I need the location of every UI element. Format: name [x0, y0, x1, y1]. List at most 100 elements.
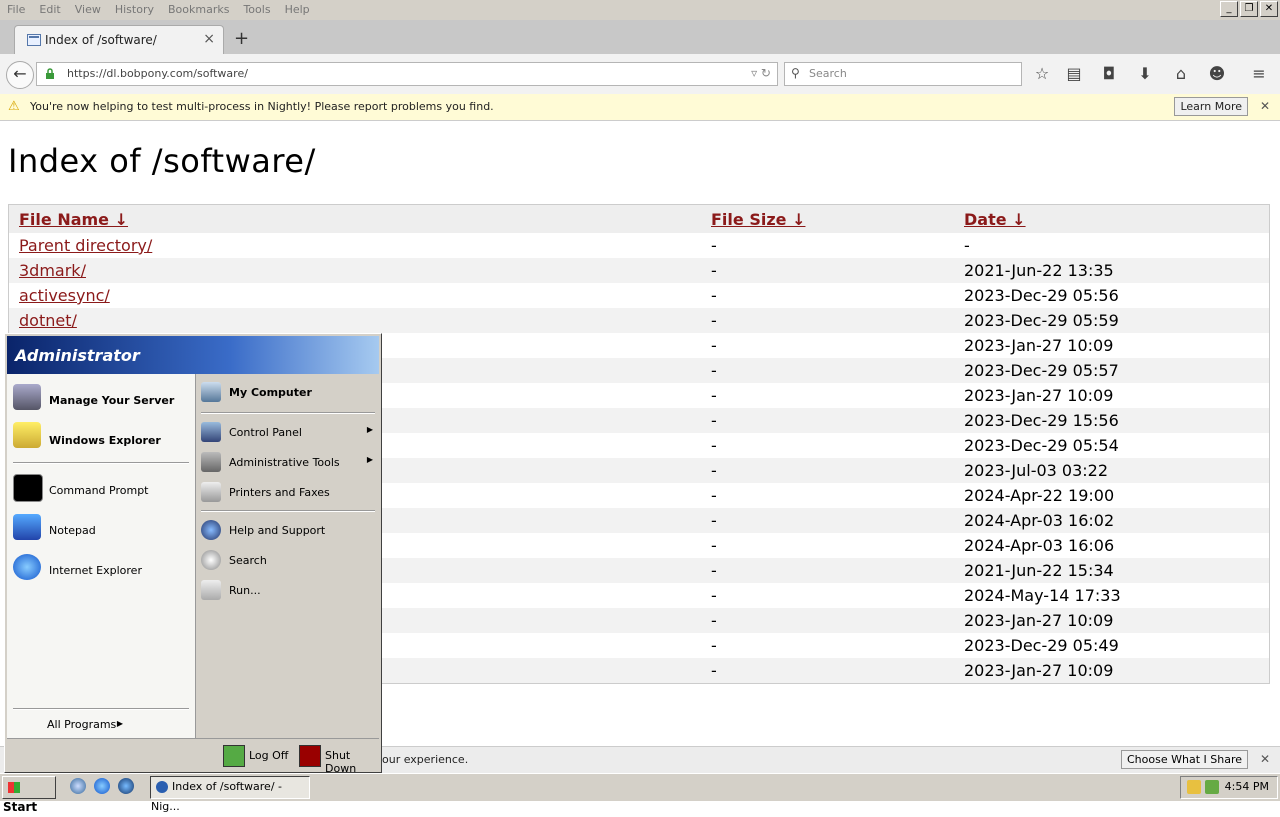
file-link[interactable]: 3dmark/: [19, 261, 86, 280]
show-desktop-icon[interactable]: [70, 778, 86, 794]
my-computer-item[interactable]: My Computer: [197, 376, 379, 408]
file-size-cell: -: [701, 458, 954, 483]
table-row: activesync/ - 2023-Dec-29 05:56: [9, 283, 1270, 308]
file-name-cell: dotnet/: [8, 308, 701, 333]
menu-bookmarks[interactable]: Bookmarks: [161, 0, 236, 16]
file-size-cell: -: [711, 536, 717, 555]
all-programs-item[interactable]: All Programs ▶: [7, 714, 193, 736]
date-cell: 2024-Apr-03 16:06: [964, 536, 1115, 555]
administrative-tools-item[interactable]: Administrative Tools ▶: [197, 446, 379, 476]
window-controls: _ ❐ ✕: [1220, 1, 1278, 17]
file-size-cell: -: [701, 558, 954, 583]
search-icon: [201, 550, 221, 570]
hamburger-menu-icon[interactable]: ≡: [1249, 64, 1269, 83]
search-bar[interactable]: ⚲ Search: [784, 62, 1022, 86]
close-window-button[interactable]: ✕: [1260, 1, 1278, 17]
learn-more-button[interactable]: Learn More: [1174, 97, 1248, 116]
computer-icon: [201, 382, 221, 402]
printer-icon: [201, 482, 221, 502]
date-cell: 2023-Dec-29 05:57: [954, 358, 1270, 383]
shut-down-button[interactable]: Shut Down: [325, 749, 379, 775]
file-size-cell: -: [711, 436, 717, 455]
tab-index-software[interactable]: Index of /software/ ×: [14, 25, 224, 55]
column-header-date[interactable]: Date ↓: [954, 204, 1270, 233]
run-item[interactable]: Run...: [197, 574, 379, 604]
security-icon[interactable]: [1205, 780, 1219, 794]
restore-button[interactable]: ❐: [1240, 1, 1258, 17]
tab-title: Index of /software/: [45, 33, 157, 47]
file-size-cell: -: [701, 608, 954, 633]
server-icon: [13, 384, 41, 410]
notification-close-icon[interactable]: ✕: [1260, 99, 1270, 113]
clock: 4:54 PM: [1224, 780, 1269, 793]
downloads-icon[interactable]: ⬇: [1135, 64, 1155, 83]
date-cell: 2023-Dec-29 05:59: [954, 308, 1270, 333]
file-link[interactable]: dotnet/: [19, 311, 77, 330]
internet-explorer-icon[interactable]: [94, 778, 110, 794]
file-size-cell: -: [701, 358, 954, 383]
power-icon[interactable]: [299, 745, 321, 767]
menu-edit[interactable]: Edit: [32, 0, 67, 16]
notification-text: You're now helping to test multi-process…: [30, 100, 494, 113]
table-row: dotnet/ -2023-Dec-29 05:59: [8, 308, 1270, 333]
file-size-cell: -: [711, 336, 717, 355]
file-size-cell: -: [711, 286, 717, 305]
minimize-button[interactable]: _: [1220, 1, 1238, 17]
file-name-cell: Parent directory/: [9, 233, 702, 258]
help-and-support-item[interactable]: Help and Support: [197, 514, 379, 544]
start-menu: Administrator Manage Your Server Windows…: [4, 333, 382, 775]
chevron-right-icon: ▶: [366, 425, 373, 434]
column-header-file-name[interactable]: File Name ↓: [8, 204, 701, 233]
file-name-cell: 3dmark/: [8, 258, 701, 283]
system-tray: 4:54 PM: [1180, 776, 1278, 799]
log-off-button[interactable]: Log Off: [249, 749, 288, 762]
divider: [201, 412, 375, 414]
file-size-cell: -: [701, 408, 954, 433]
chevron-right-icon: ▶: [366, 455, 373, 464]
log-off-icon[interactable]: [223, 745, 245, 767]
file-size-cell: -: [711, 636, 717, 655]
choose-what-i-share-button[interactable]: Choose What I Share: [1121, 750, 1248, 769]
pocket-icon[interactable]: ◘: [1099, 64, 1119, 83]
search-item[interactable]: Search: [197, 544, 379, 574]
url-bar[interactable]: https://dl.bobpony.com/software/ ▿ ↻: [36, 62, 778, 86]
date-cell: 2023-Jan-27 10:09: [954, 608, 1270, 633]
file-size-cell: -: [701, 658, 954, 684]
bookmarks-library-icon[interactable]: ▤: [1064, 64, 1084, 83]
bookmark-star-icon[interactable]: ☆: [1032, 64, 1052, 83]
telemetry-close-icon[interactable]: ✕: [1260, 752, 1270, 766]
column-header-file-size[interactable]: File Size ↓: [701, 204, 954, 233]
file-size-cell: -: [701, 258, 954, 283]
tab-close-icon[interactable]: ×: [203, 31, 215, 47]
new-tab-icon[interactable]: +: [234, 28, 249, 49]
reload-icon[interactable]: ▿ ↻: [751, 66, 771, 80]
notepad-item[interactable]: Notepad: [7, 510, 193, 546]
date-cell: 2024-May-14 17:33: [964, 586, 1121, 605]
file-size-cell: -: [711, 586, 717, 605]
search-placeholder: Search: [809, 67, 847, 80]
menu-view[interactable]: View: [68, 0, 108, 16]
file-link[interactable]: Parent directory/: [19, 236, 152, 255]
menu-tools[interactable]: Tools: [236, 0, 277, 16]
file-link[interactable]: activesync/: [19, 286, 110, 305]
lock-icon: [46, 68, 54, 79]
browser-icon[interactable]: [118, 778, 134, 794]
menu-file[interactable]: File: [0, 0, 32, 16]
chevron-right-icon: ▶: [116, 719, 123, 728]
start-button[interactable]: Start: [2, 776, 56, 814]
file-size-cell: -: [701, 308, 954, 333]
back-button[interactable]: ←: [6, 61, 34, 89]
menu-help[interactable]: Help: [278, 0, 317, 16]
control-panel-item[interactable]: Control Panel ▶: [197, 416, 379, 446]
taskbar-item-browser[interactable]: Index of /software/ - Nig...: [150, 776, 310, 813]
menu-history[interactable]: History: [108, 0, 161, 16]
internet-explorer-item[interactable]: Internet Explorer: [7, 550, 193, 586]
network-icon[interactable]: [1187, 780, 1201, 794]
control-panel-icon: [201, 422, 221, 442]
windows-explorer-item[interactable]: Windows Explorer: [7, 418, 193, 458]
home-icon[interactable]: ⌂: [1171, 64, 1191, 83]
chat-icon[interactable]: ☻: [1207, 64, 1227, 83]
printers-and-faxes-item[interactable]: Printers and Faxes: [197, 476, 379, 506]
manage-your-server-item[interactable]: Manage Your Server: [7, 378, 193, 418]
command-prompt-item[interactable]: Command Prompt: [7, 470, 193, 506]
